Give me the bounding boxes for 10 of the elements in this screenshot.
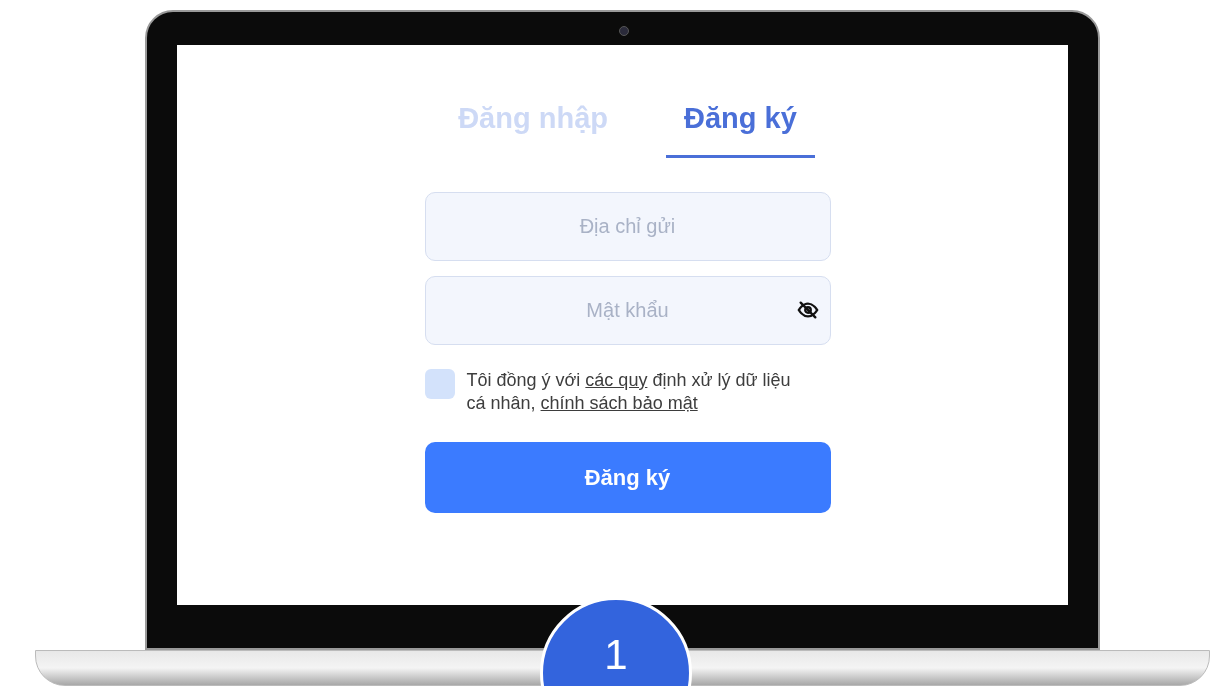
consent-checkbox[interactable] [424,368,455,399]
password-field[interactable]: Mật khẩu [424,275,831,345]
address-field[interactable]: Địa chỉ gửi [424,191,831,261]
consent-text: Tôi đồng ý với các quy định xử lý dữ liệu cá nhân, chính sách bảo mật [466,368,792,415]
policy-link[interactable]: các quy [585,369,648,390]
camera-icon [619,26,629,36]
register-button[interactable]: Đăng ký [424,441,831,513]
eye-slash-icon[interactable] [796,299,819,321]
policy-link[interactable]: chính sách bảo mật [540,392,698,413]
tab[interactable]: Đăng ký [666,97,815,158]
